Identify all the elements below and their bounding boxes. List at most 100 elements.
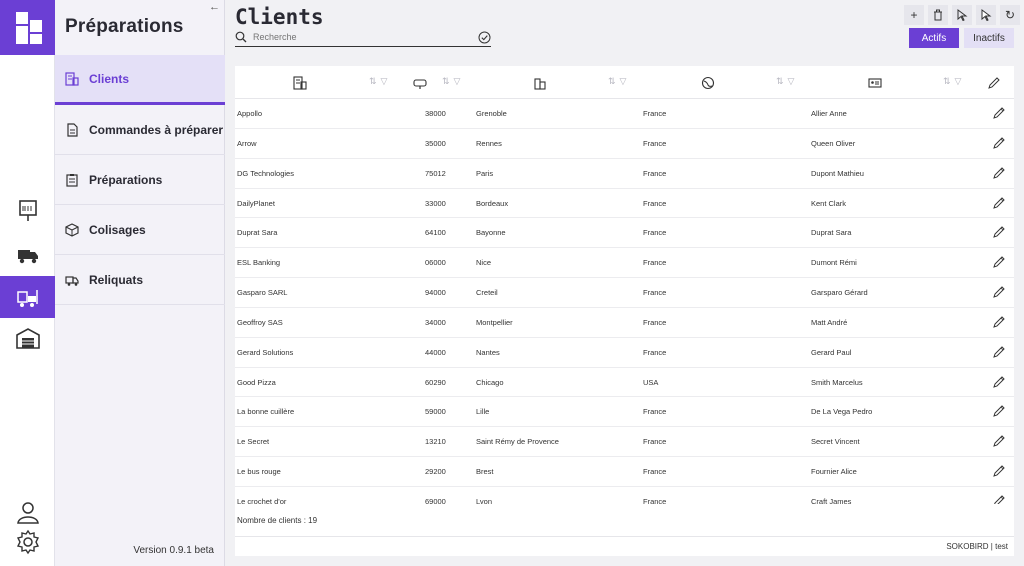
select-button[interactable] — [952, 5, 972, 25]
filter-icon: ▽ — [619, 76, 627, 86]
rail-warehouse[interactable] — [0, 318, 55, 358]
edit-pencil-icon[interactable] — [992, 225, 1006, 241]
edit-pencil-icon[interactable] — [992, 255, 1006, 271]
check-circle-icon[interactable] — [478, 31, 491, 44]
rail-transport[interactable] — [0, 234, 55, 274]
filter-icon: ▽ — [954, 76, 962, 86]
edit-pencil-icon[interactable] — [992, 136, 1006, 152]
edit-pencil-icon[interactable] — [992, 166, 1006, 182]
cell-city: Nantes — [476, 347, 500, 357]
active-filter-button[interactable]: Actifs — [909, 28, 959, 48]
status-filters: Actifs Inactifs — [909, 28, 1014, 48]
cell-postcode: 06000 — [425, 258, 446, 268]
nav-item-colisages[interactable]: Colisages — [55, 205, 225, 255]
edit-pencil-icon[interactable] — [992, 494, 1006, 504]
pointer-button[interactable] — [976, 5, 996, 25]
trash-icon — [934, 9, 942, 21]
edit-pencil-icon[interactable] — [992, 106, 1006, 122]
table-row[interactable]: Arrow 35000 Rennes France Queen Oliver — [235, 129, 1014, 159]
edit-pencil-icon[interactable] — [992, 315, 1006, 331]
search-input[interactable] — [253, 32, 453, 42]
cell-name: Le bus rouge — [237, 467, 281, 477]
inactive-filter-button[interactable]: Inactifs — [964, 28, 1014, 48]
edit-pencil-icon[interactable] — [992, 464, 1006, 480]
column-header-country[interactable] — [701, 66, 715, 99]
cell-postcode: 75012 — [425, 168, 446, 178]
sort-icon: ⇅ — [608, 76, 616, 86]
table-row[interactable]: Le crochet d'or 69000 Lyon France Craft Jame… — [235, 487, 1014, 504]
column-header-contact[interactable] — [868, 66, 882, 99]
column-header-name[interactable] — [293, 66, 307, 99]
cell-city: Lyon — [476, 496, 492, 504]
table-row[interactable]: Geoffroy SAS 34000 Montpellier France Matt A… — [235, 308, 1014, 338]
cell-name: DG Technologies — [237, 168, 294, 178]
table-row[interactable]: Le Secret 13210 Saint Rémy de Provence Fran… — [235, 427, 1014, 458]
cell-name: Arrow — [237, 138, 257, 148]
nav-item-preparations[interactable]: Préparations — [55, 155, 225, 205]
clipboard-icon — [65, 173, 79, 187]
document-icon — [65, 122, 79, 137]
gear-icon — [16, 529, 39, 555]
table-row[interactable]: Gerard Solutions 44000 Nantes France Gerard … — [235, 338, 1014, 368]
cell-country: France — [643, 109, 667, 118]
table-row[interactable]: Duprat Sara 64100 Bayonne France Duprat Sara — [235, 218, 1014, 249]
delete-button[interactable] — [928, 5, 948, 25]
search-bar — [235, 28, 491, 47]
building-list-icon — [65, 71, 79, 86]
edit-pencil-icon[interactable] — [992, 404, 1006, 420]
building-icon — [293, 75, 307, 90]
refresh-button[interactable]: ↻ — [1000, 5, 1020, 25]
sort-filter-controls[interactable]: ⇅ ▽ — [608, 76, 626, 87]
cell-name: Le crochet d'or — [237, 496, 287, 504]
cell-contact: Kent Clark — [811, 198, 847, 208]
nav-item-commandes[interactable]: Commandes à préparer — [55, 105, 225, 155]
table-row[interactable]: Gasparo SARL 94000 Creteil France Garsparo G… — [235, 278, 1014, 308]
table-row[interactable]: ESL Banking 06000 Nice France Dumont Rémi — [235, 248, 1014, 279]
app-logo[interactable] — [0, 0, 55, 55]
edit-pencil-icon[interactable] — [992, 285, 1006, 301]
nav-item-reliquats[interactable]: Reliquats — [55, 255, 225, 305]
table-row[interactable]: Good Pizza 60290 Chicago USA Smith Marcelus — [235, 368, 1014, 398]
cell-postcode: 29200 — [425, 467, 446, 477]
main-content: Clients + ↻ Actifs Inactifs ⇅▽ — [226, 0, 1024, 566]
cell-country: France — [643, 258, 667, 268]
cell-country: France — [643, 407, 667, 417]
table-row[interactable]: DailyPlanet 33000 Bordeaux France Kent Clark — [235, 189, 1014, 219]
cell-city: Bayonne — [476, 228, 506, 238]
cell-city: Montpellier — [476, 317, 513, 327]
rail-stock[interactable] — [0, 190, 55, 230]
sort-filter-controls[interactable]: ⇅ ▽ — [943, 76, 961, 87]
barcode-box-icon — [18, 200, 37, 221]
package-icon — [65, 222, 79, 237]
cell-contact: Dupont Mathieu — [811, 168, 864, 178]
sort-icon: ⇅ — [943, 76, 951, 86]
status-text: SOKOBIRD | test — [946, 542, 1008, 551]
column-header-postcode[interactable] — [413, 66, 427, 99]
cell-postcode: 60290 — [425, 377, 446, 387]
add-button[interactable]: + — [904, 5, 924, 25]
cell-country: France — [643, 347, 667, 357]
sort-filter-controls[interactable]: ⇅ ▽ — [442, 76, 460, 87]
cell-city: Chicago — [476, 377, 504, 387]
sort-filter-controls[interactable]: ⇅ ▽ — [369, 76, 387, 87]
edit-pencil-icon[interactable] — [992, 434, 1006, 450]
rail-preparations[interactable] — [0, 276, 55, 318]
edit-pencil-icon[interactable] — [992, 345, 1006, 361]
cell-name: La bonne cuillère — [237, 407, 295, 417]
cell-postcode: 33000 — [425, 198, 446, 208]
table-row[interactable]: La bonne cuillère 59000 Lille France De La V… — [235, 397, 1014, 428]
cell-country: France — [643, 228, 667, 238]
column-header-city[interactable] — [533, 66, 547, 99]
cell-country: France — [643, 496, 667, 504]
table-row[interactable]: Appollo 38000 Grenoble France Allier Anne — [235, 99, 1014, 129]
edit-pencil-icon[interactable] — [992, 375, 1006, 391]
edit-pencil-icon[interactable] — [992, 196, 1006, 212]
sort-filter-controls[interactable]: ⇅ ▽ — [776, 76, 794, 87]
collapse-arrow-icon[interactable]: ← — [209, 1, 220, 13]
cell-postcode: 38000 — [425, 109, 446, 118]
nav-item-clients[interactable]: Clients — [55, 55, 225, 105]
filter-icon: ▽ — [453, 76, 461, 86]
table-row[interactable]: Le bus rouge 29200 Brest France Fournier Ali… — [235, 457, 1014, 487]
table-row[interactable]: DG Technologies 75012 Paris France Dupont Ma… — [235, 159, 1014, 189]
rail-settings[interactable] — [0, 522, 55, 562]
